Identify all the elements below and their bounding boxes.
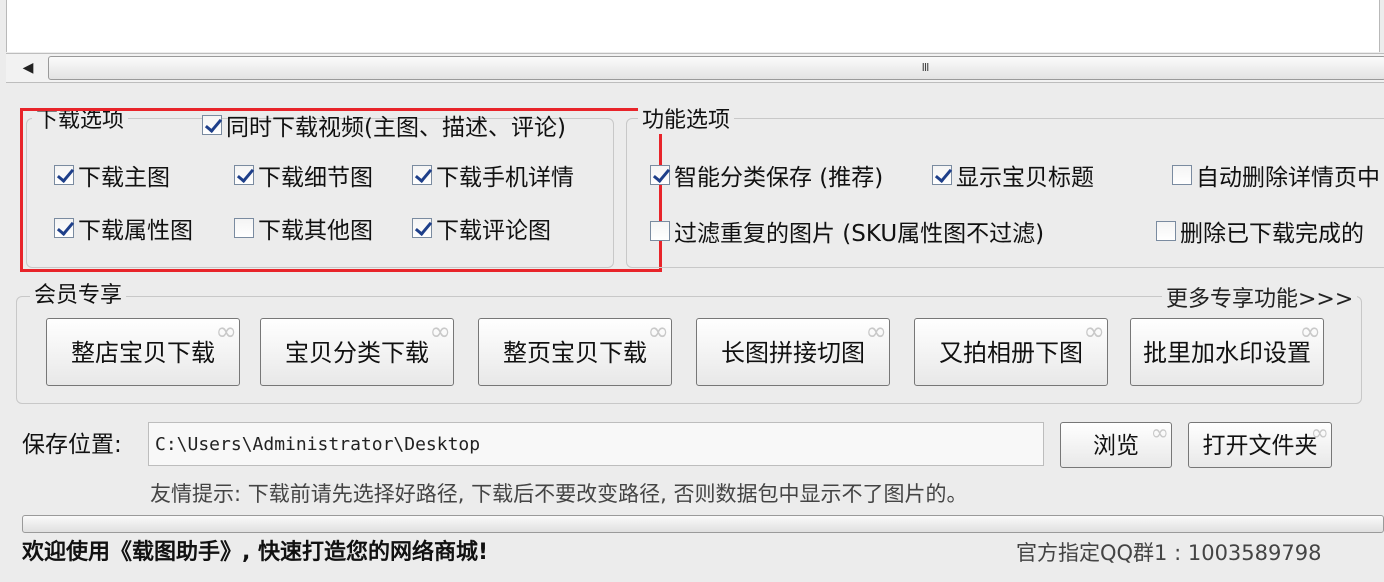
checkbox-label: 过滤重复的图片 (SKU属性图不过滤) [674, 221, 1045, 247]
category-download-button[interactable]: ∞ 宝贝分类下载 [260, 318, 454, 386]
member-legend: 会员专享 [30, 283, 127, 309]
whole-shop-download-button[interactable]: ∞ 整店宝贝下载 [46, 318, 240, 386]
open-folder-button[interactable]: ∞ 打开文件夹 [1188, 422, 1332, 468]
swirl-decoration-icon: ∞ [429, 318, 451, 347]
batch-watermark-button[interactable]: ∞ 批里加水印设置 [1130, 318, 1324, 386]
swirl-decoration-icon: ∞ [1083, 318, 1105, 347]
checkbox-label: 自动删除详情页中 [1196, 165, 1380, 191]
swirl-decoration-icon: ∞ [865, 318, 887, 347]
checkbox-delete-downloaded[interactable]: 删除已下载完成的 [1156, 216, 1364, 247]
checkbox-smart-category-save[interactable]: 智能分类保存 (推荐) [650, 160, 884, 191]
swirl-decoration-icon: ∞ [647, 318, 669, 347]
scroll-left-arrow-icon[interactable]: ◀ [10, 54, 46, 82]
checkbox-box[interactable] [932, 165, 952, 185]
friendly-tip-text: 友情提示: 下载前请先选择好路径, 下载后不要改变路径, 否则数据包中显示不了图… [150, 482, 968, 506]
checkbox-auto-delete-detail[interactable]: 自动删除详情页中 [1172, 160, 1380, 191]
save-location-label: 保存位置: [22, 432, 122, 458]
download-progress-bar [22, 515, 1384, 533]
checkbox-filter-duplicate[interactable]: 过滤重复的图片 (SKU属性图不过滤) [650, 216, 1045, 247]
checkbox-label: 智能分类保存 (推荐) [674, 165, 884, 191]
function-options-legend: 功能选项 [638, 108, 735, 134]
red-highlight-frame [20, 108, 662, 272]
top-content-area [6, 0, 1380, 52]
checkbox-box[interactable] [650, 221, 670, 241]
whole-page-download-button[interactable]: ∞ 整页宝贝下载 [478, 318, 672, 386]
browse-button[interactable]: ∞ 浏览 [1060, 422, 1172, 468]
checkbox-box[interactable] [1172, 165, 1192, 185]
swirl-decoration-icon: ∞ [1150, 422, 1169, 446]
upyun-album-download-button[interactable]: ∞ 又拍相册下图 [914, 318, 1108, 386]
long-image-stitch-button[interactable]: ∞ 长图拼接切图 [696, 318, 890, 386]
scrollbar-grip-icon: III [921, 61, 930, 74]
scrollbar-thumb[interactable]: III [48, 56, 1384, 80]
checkbox-label: 删除已下载完成的 [1180, 221, 1364, 247]
qq-group-text: 官方指定QQ群1 : 1003589798 [1016, 541, 1322, 565]
swirl-decoration-icon: ∞ [215, 318, 237, 347]
checkbox-box[interactable] [650, 165, 670, 185]
horizontal-scrollbar[interactable]: ◀ III [6, 53, 1384, 83]
more-features-link[interactable]: 更多专享功能>>> [1162, 286, 1358, 314]
checkbox-label: 显示宝贝标题 [956, 165, 1094, 191]
checkbox-show-item-title[interactable]: 显示宝贝标题 [932, 160, 1094, 191]
checkbox-box[interactable] [1156, 221, 1176, 241]
save-path-input[interactable]: C:\Users\Administrator\Desktop [148, 422, 1044, 466]
welcome-status-text: 欢迎使用《载图助手》, 快速打造您的网络商城! [22, 540, 489, 565]
